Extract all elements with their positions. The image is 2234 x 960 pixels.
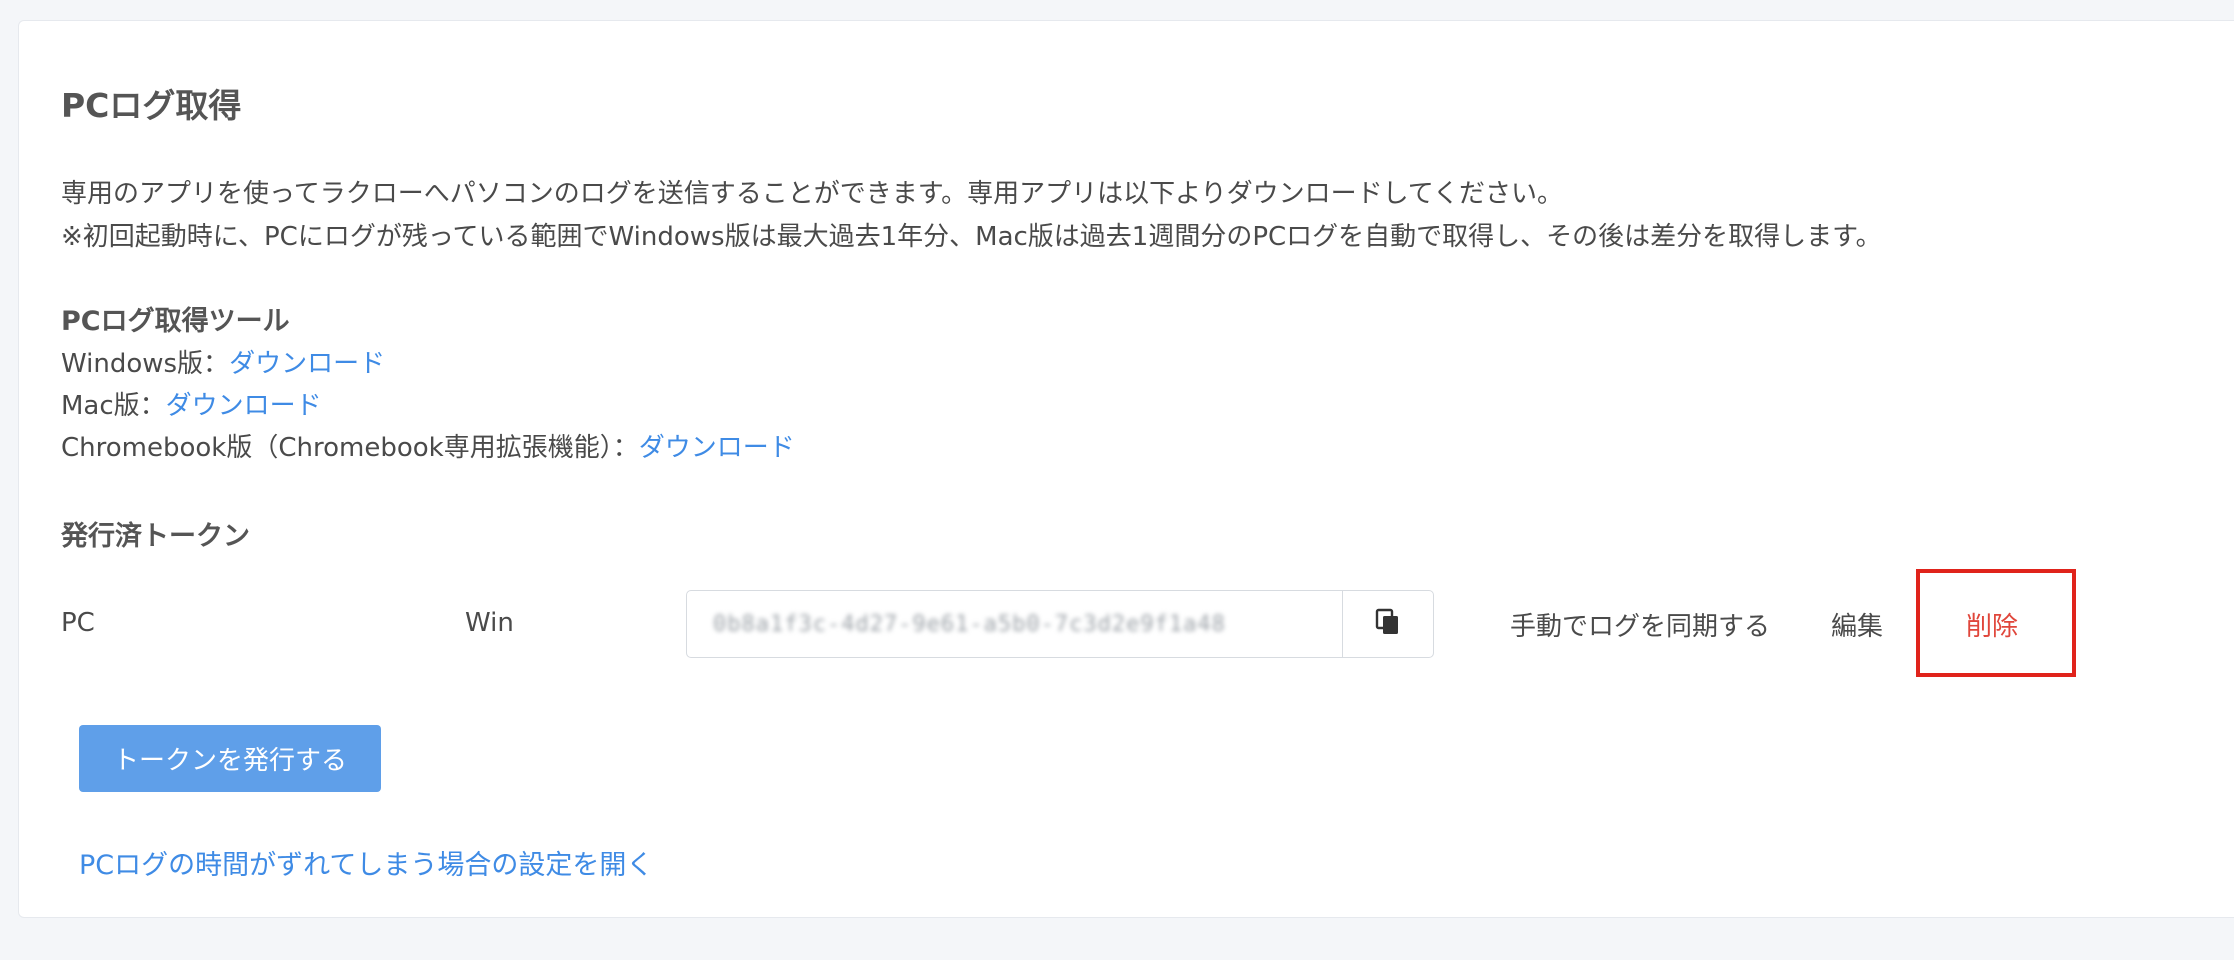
token-name: PC <box>61 608 95 638</box>
tokens-heading: 発行済トークン <box>61 521 250 552</box>
manual-sync-button[interactable]: 手動でログを同期する <box>1510 606 1770 643</box>
delete-button[interactable]: 削除 <box>1966 606 2018 643</box>
time-settings-link[interactable]: PCログの時間がずれてしまう場合の設定を開く <box>79 843 653 882</box>
issue-token-button[interactable]: トークンを発行する <box>79 725 381 792</box>
copy-icon <box>1375 608 1401 640</box>
copy-token-button[interactable] <box>1342 591 1433 657</box>
token-value-input[interactable] <box>687 591 1342 657</box>
description-line-1: 専用のアプリを使ってラクローへパソコンのログを送信することができます。専用アプリ… <box>61 179 1564 209</box>
download-link-chromebook[interactable]: ダウンロード <box>639 433 795 463</box>
page-title: PCログ取得 <box>61 86 242 125</box>
tool-row-windows: Windows版：ダウンロード <box>61 343 385 380</box>
tool-row-chromebook: Chromebook版（Chromebook専用拡張機能）：ダウンロード <box>61 427 795 464</box>
tool-label-windows: Windows版： <box>61 349 230 379</box>
download-link-mac[interactable]: ダウンロード <box>166 391 322 421</box>
download-link-windows[interactable]: ダウンロード <box>229 349 385 379</box>
tools-heading: PCログ取得ツール <box>61 306 290 337</box>
edit-button[interactable]: 編集 <box>1831 606 1883 643</box>
pc-log-card: PCログ取得 専用のアプリを使ってラクローへパソコンのログを送信することができま… <box>18 20 2234 918</box>
tool-label-mac: Mac版： <box>61 391 166 421</box>
token-field <box>686 590 1434 658</box>
token-os: Win <box>465 608 514 638</box>
tool-row-mac: Mac版：ダウンロード <box>61 385 322 422</box>
description-line-2: ※初回起動時に、PCにログが残っている範囲でWindows版は最大過去1年分、M… <box>61 222 1882 252</box>
tool-label-chromebook: Chromebook版（Chromebook専用拡張機能）： <box>61 433 639 463</box>
